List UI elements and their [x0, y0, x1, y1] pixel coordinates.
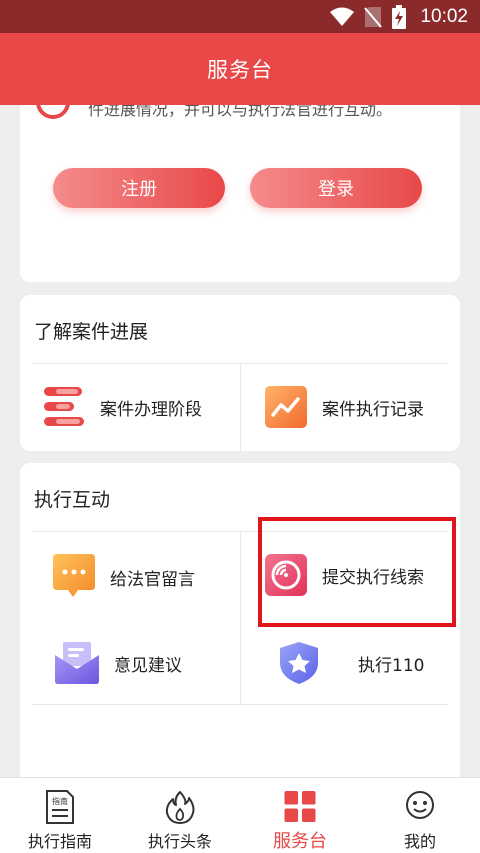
guide-book-icon: 指南: [46, 790, 74, 824]
case-record-label: 案件执行记录: [322, 399, 424, 420]
message-judge-label: 给法官留言: [110, 569, 195, 590]
register-button[interactable]: 注册: [53, 168, 225, 208]
case-progress-card: 了解案件进展 案件办理阶段 案件执行记录: [20, 295, 460, 451]
no-sim-icon: [364, 6, 383, 28]
case-stage-label: 案件办理阶段: [100, 399, 202, 420]
section-title-interaction: 执行互动: [34, 489, 111, 511]
trend-chart-icon: [265, 386, 307, 428]
execution-110-item[interactable]: 执行110: [278, 641, 424, 685]
clue-disc-icon: [265, 554, 307, 596]
divider: [240, 364, 241, 451]
nav-label-guide: 执行指南: [27, 832, 92, 851]
info-icon: [36, 105, 70, 119]
star-shield-icon: [280, 642, 318, 684]
message-judge-item[interactable]: 给法官留言: [52, 553, 195, 601]
battery-charging-icon: [392, 4, 407, 29]
divider: [240, 532, 241, 704]
intro-card: 件进展情况，并可以与执行法官进行互动。 注册 登录: [20, 105, 460, 282]
case-record-item[interactable]: 案件执行记录: [264, 385, 424, 429]
feedback-item[interactable]: 意见建议: [54, 641, 182, 685]
login-button[interactable]: 登录: [250, 168, 422, 208]
guide-icon-text: 指南: [52, 796, 68, 806]
divider: [32, 704, 448, 705]
submit-clue-item[interactable]: 提交执行线索: [264, 553, 424, 597]
nav-label-headlines: 执行头条: [147, 832, 212, 851]
feedback-label: 意见建议: [114, 655, 182, 676]
smiley-face-icon: [406, 791, 434, 819]
execution-110-label: 执行110: [358, 655, 425, 676]
page-title: 服务台: [0, 33, 480, 105]
stage-list-icon: [44, 387, 84, 426]
main-content[interactable]: 件进展情况，并可以与执行法官进行互动。 注册 登录 了解案件进展 案件办理阶段: [0, 105, 480, 777]
status-time: 10:02: [420, 5, 468, 27]
nav-item-service-desk[interactable]: 服务台: [240, 778, 360, 853]
nav-item-guide[interactable]: 指南 执行指南: [0, 778, 120, 853]
chat-bubble-icon: [53, 554, 95, 597]
nav-label-service-desk: 服务台: [273, 831, 327, 852]
nav-label-mine: 我的: [403, 832, 436, 851]
wifi-icon: [330, 7, 355, 26]
nav-item-mine[interactable]: 我的: [360, 778, 480, 853]
mail-icon: [55, 642, 99, 684]
nav-item-headlines[interactable]: 执行头条: [120, 778, 240, 853]
intro-description: 件进展情况，并可以与执行法官进行互动。: [88, 105, 393, 119]
grid-icon: [284, 790, 316, 823]
section-title-progress: 了解案件进展: [34, 321, 149, 343]
submit-clue-label: 提交执行线索: [322, 567, 424, 588]
interaction-card: 执行互动 给法官留言 提交执行线索 意见建议 执行110: [20, 463, 460, 777]
flame-icon: [165, 791, 195, 824]
bottom-nav: 指南 执行指南 执行头条 服务台 我的: [0, 777, 480, 853]
case-stage-item[interactable]: 案件办理阶段: [42, 385, 202, 429]
status-bar: 10:02: [0, 0, 480, 33]
